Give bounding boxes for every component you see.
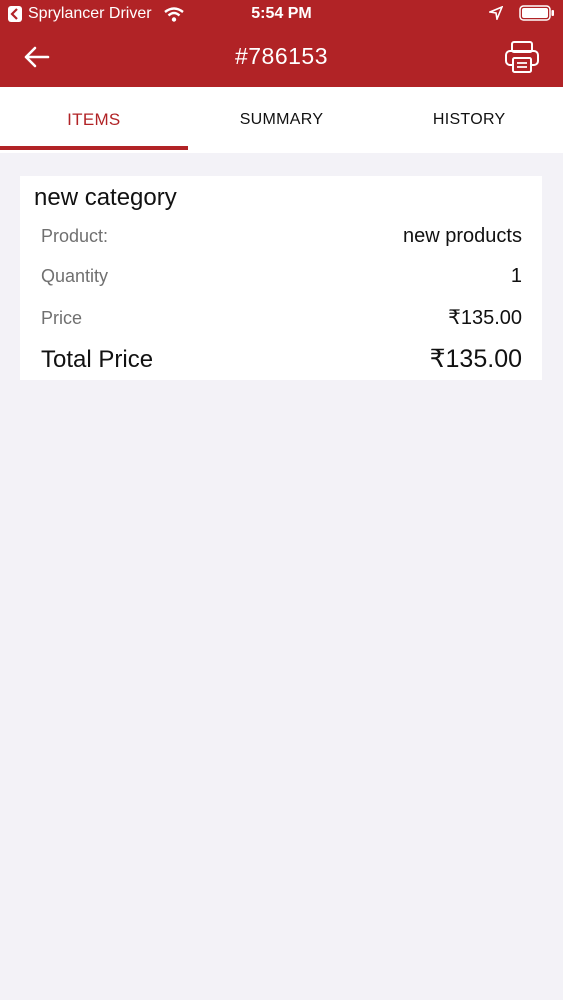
tab-summary-label: SUMMARY [239, 111, 324, 128]
status-right [489, 5, 555, 21]
price-value: ₹135.00 [448, 307, 522, 329]
location-arrow-icon [489, 6, 503, 20]
price-row: Price ₹135.00 [41, 305, 522, 330]
total-price-row: Total Price ₹135.00 [41, 344, 522, 374]
product-value: new products [403, 225, 522, 247]
product-row: Product: new products [41, 225, 522, 248]
tab-history[interactable]: HISTORY [375, 87, 563, 153]
total-price-label: Total Price [41, 346, 154, 373]
tab-history-label: HISTORY [432, 111, 506, 128]
app-header: Sprylancer Driver 5:54 PM #786153 [0, 0, 563, 87]
tab-items[interactable]: ITEMS [0, 87, 188, 153]
printer-icon[interactable] [504, 40, 540, 74]
active-tab-indicator [0, 146, 188, 150]
order-item-card: new category Product: new products Quant… [20, 176, 542, 380]
quantity-label: Quantity [41, 266, 109, 286]
category-title: new category [34, 184, 177, 211]
product-label: Product: [41, 226, 109, 246]
price-label: Price [41, 308, 83, 328]
quantity-row: Quantity 1 [41, 265, 522, 288]
tab-summary[interactable]: SUMMARY [188, 87, 376, 153]
status-time: 5:54 PM [251, 5, 312, 22]
tab-items-label: ITEMS [67, 110, 121, 129]
tab-bar: ITEMS SUMMARY HISTORY [0, 87, 563, 153]
battery-icon [519, 5, 554, 21]
order-number-title: #786153 [234, 43, 329, 69]
total-price-value: ₹135.00 [429, 345, 522, 373]
status-bar: Sprylancer Driver 5:54 PM [0, 0, 563, 30]
quantity-value: 1 [510, 265, 522, 287]
